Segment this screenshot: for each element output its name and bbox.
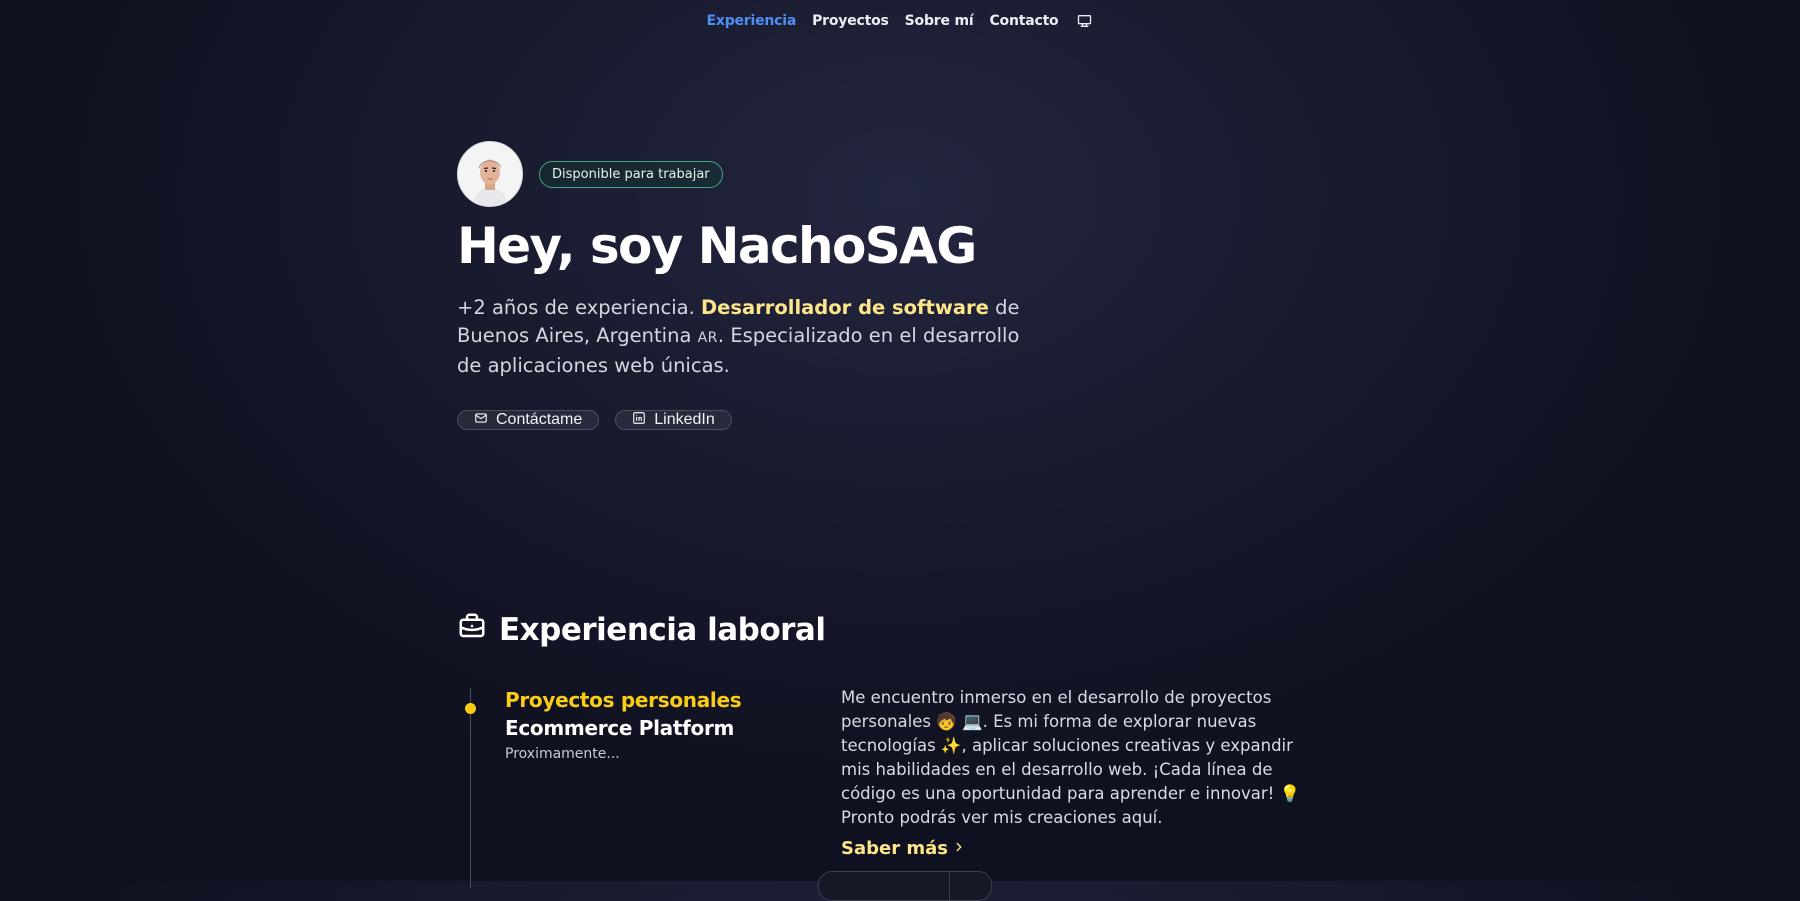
nav-item-experiencia[interactable]: Experiencia xyxy=(707,13,797,29)
hero-title: Hey, soy NachoSAG xyxy=(457,217,977,275)
experience-item-meta: Proyectos personales Ecommerce Platform … xyxy=(505,686,805,762)
monitor-icon[interactable] xyxy=(1076,13,1093,29)
linkedin-button[interactable]: LinkedIn xyxy=(615,410,732,430)
chevron-right-icon xyxy=(952,838,966,859)
contact-button-label: Contáctame xyxy=(496,411,583,428)
nav-item-proyectos[interactable]: Proyectos xyxy=(812,13,889,29)
experience-date: Proximamente... xyxy=(505,746,620,762)
nav-item-contacto[interactable]: Contacto xyxy=(989,13,1058,29)
hero-section: Disponible para trabajar Hey, soy NachoS… xyxy=(457,141,1057,430)
hero-desc-highlight: Desarrollador de software xyxy=(700,296,989,319)
top-nav: Experiencia Proyectos Sobre mí Contacto xyxy=(0,13,1800,29)
hero-header: Disponible para trabajar xyxy=(457,141,1057,207)
hero-buttons: Contáctame LinkedIn xyxy=(457,410,1057,430)
avatar xyxy=(457,141,523,207)
experience-role: Ecommerce Platform xyxy=(505,716,735,740)
experience-description: Me encuentro inmerso en el desarrollo de… xyxy=(841,688,1301,827)
experience-item-body: Me encuentro inmerso en el desarrollo de… xyxy=(841,686,1311,859)
experience-heading-label: Experiencia laboral xyxy=(499,611,826,648)
linkedin-button-label: LinkedIn xyxy=(654,411,715,428)
experience-heading: Experiencia laboral xyxy=(457,611,826,649)
experience-company: Proyectos personales xyxy=(505,688,742,712)
contact-button[interactable]: Contáctame xyxy=(457,410,600,430)
mail-icon xyxy=(474,411,488,430)
nav-item-sobre-mi[interactable]: Sobre mí xyxy=(905,13,974,29)
linkedin-icon xyxy=(632,411,646,430)
saber-mas-link[interactable]: Saber más xyxy=(841,838,966,859)
saber-mas-label: Saber más xyxy=(841,838,948,859)
timeline-line xyxy=(470,688,471,888)
availability-badge: Disponible para trabajar xyxy=(539,160,723,188)
hero-desc-part1: +2 años de experiencia. xyxy=(457,296,701,319)
bottom-toggle-pill[interactable] xyxy=(818,871,992,901)
argentina-flag-icon: AR xyxy=(697,330,718,346)
timeline-dot xyxy=(465,703,476,714)
briefcase-icon xyxy=(457,611,487,649)
hero-description: +2 años de experiencia. Desarrollador de… xyxy=(457,294,1047,380)
